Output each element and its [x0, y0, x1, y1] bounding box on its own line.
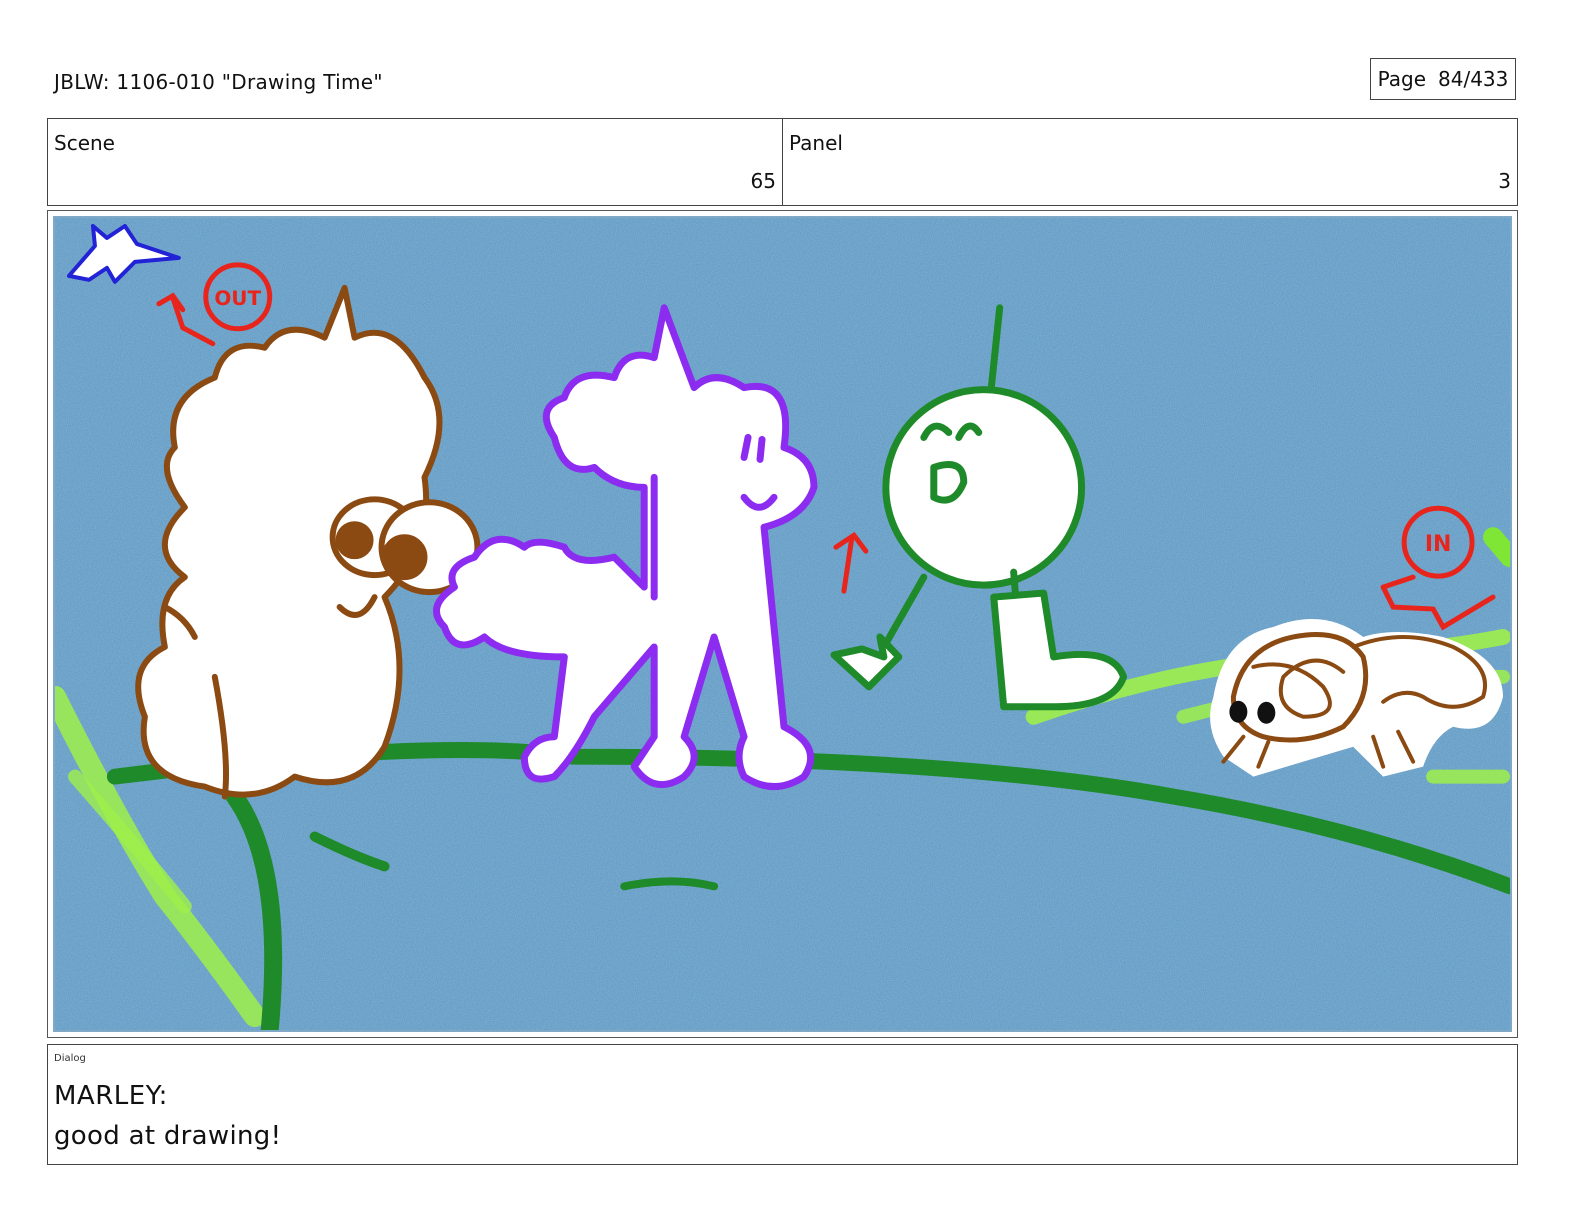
- storyboard-image: OUT IN: [53, 216, 1512, 1032]
- out-label: OUT: [214, 286, 261, 310]
- scene-label: Scene: [54, 131, 115, 155]
- document-title: JBLW: 1106-010 "Drawing Time": [54, 70, 383, 94]
- panel-label: Panel: [789, 131, 843, 155]
- scene-number: 65: [750, 169, 776, 193]
- storyboard-frame: OUT IN: [47, 210, 1518, 1038]
- page-indicator: Page 84/433: [1370, 58, 1516, 100]
- panel-cell: Panel 3: [782, 119, 1517, 205]
- dialog-speaker: MARLEY:: [54, 1081, 168, 1111]
- dialog-label: Dialog: [54, 1053, 86, 1064]
- dialog-line: good at drawing!: [54, 1121, 282, 1151]
- storyboard-drawing: OUT IN: [55, 218, 1510, 1030]
- scene-cell: Scene 65: [48, 119, 782, 205]
- scene-panel-row: Scene 65 Panel 3: [47, 118, 1518, 206]
- dialog-box: Dialog MARLEY: good at drawing!: [47, 1044, 1518, 1165]
- panel-number: 3: [1498, 169, 1511, 193]
- page-label: Page: [1377, 67, 1427, 91]
- in-label: IN: [1425, 532, 1452, 557]
- page-number: 84/433: [1438, 67, 1509, 91]
